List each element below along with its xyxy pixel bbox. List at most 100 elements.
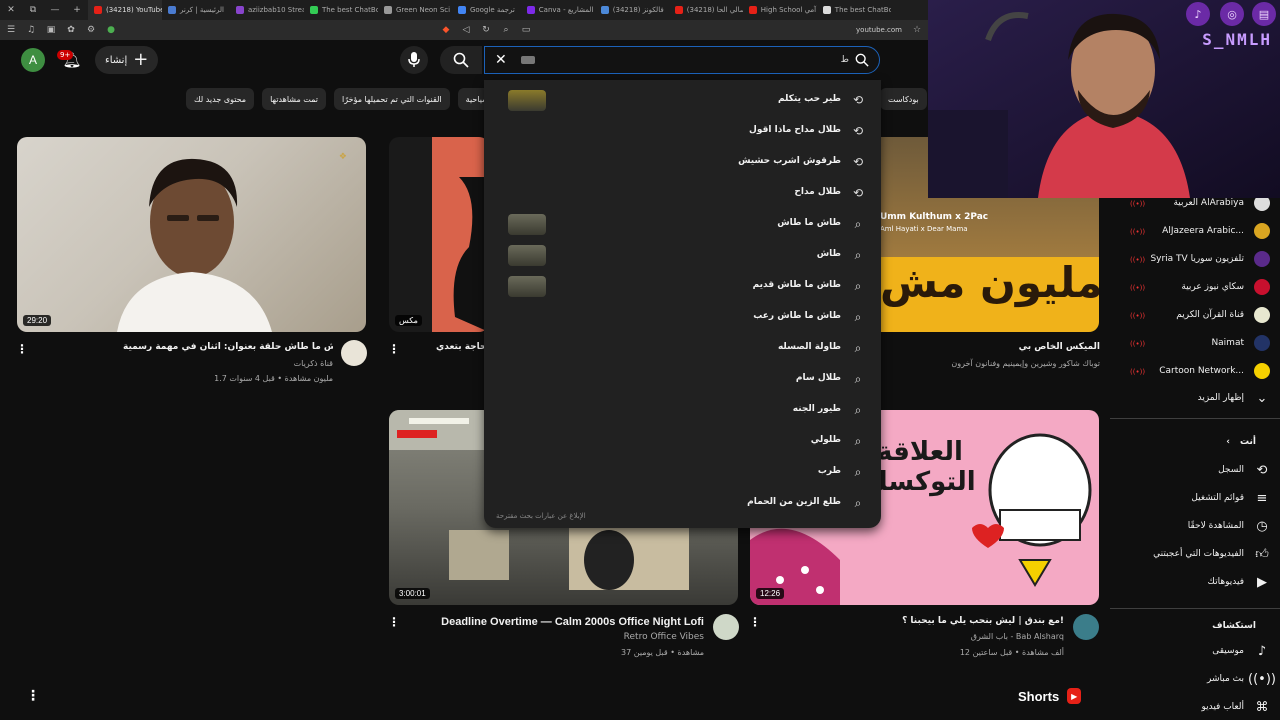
- subscription-item-label: Cartoon Network...: [1159, 366, 1244, 376]
- shorts-logo-icon: ▶: [1067, 688, 1082, 704]
- search-query-text[interactable]: ط: [521, 56, 535, 64]
- show-more-button[interactable]: إظهار المزيد ⌄: [1110, 386, 1280, 412]
- browser-tab[interactable]: (34218) YouTube: [88, 0, 162, 20]
- address-url[interactable]: youtube.com: [856, 26, 902, 34]
- video-title[interactable]: مع بندق | ليش بنحب يلي ما بيحبنا ؟!: [902, 616, 1064, 626]
- music-icon[interactable]: ♫: [26, 25, 36, 35]
- explore-item[interactable]: بث مباشر ((•)): [1110, 667, 1280, 693]
- search-suggestion[interactable]: ⌕ طرب: [484, 457, 881, 488]
- svg-text:❖: ❖: [339, 152, 347, 162]
- create-button[interactable]: إنشاء +: [95, 46, 159, 74]
- tab-search-icon[interactable]: ▣: [46, 25, 56, 35]
- brave-icon[interactable]: ◆: [441, 25, 451, 35]
- subscription-item[interactable]: AlJazeera Arabic... ((•)): [1110, 219, 1280, 245]
- minimize-icon[interactable]: —: [48, 3, 62, 17]
- voice-search-button[interactable]: [400, 46, 428, 74]
- search-suggestion[interactable]: ⟲ طلال مداح ماذا اقول: [484, 116, 881, 147]
- subscription-item[interactable]: Cartoon Network... ((•)): [1110, 359, 1280, 385]
- suggestion-thumbnail[interactable]: [508, 245, 546, 266]
- video-menu-icon[interactable]: ⋮: [388, 614, 400, 630]
- subscription-item[interactable]: Syria TV تلفزيون سوريا ((•)): [1110, 247, 1280, 273]
- search-suggestion[interactable]: ⟲ طلال مداح: [484, 178, 881, 209]
- browser-tab[interactable]: Canva - المشاريع: [521, 0, 595, 20]
- restore-icon[interactable]: ⧉: [26, 3, 40, 17]
- you-item[interactable]: قوائم التشغيل ≡: [1110, 486, 1280, 512]
- browser-tab[interactable]: (34218) فالكونز: [595, 0, 669, 20]
- twitch-icon[interactable]: ▤: [1252, 2, 1276, 26]
- search-suggestion[interactable]: ⌕ طاولة الصسله: [484, 333, 881, 364]
- chip-watched[interactable]: تمت مشاهدتها: [262, 88, 326, 110]
- tab-favicon-icon: [168, 6, 176, 14]
- video-menu-icon[interactable]: ⋮: [749, 614, 761, 630]
- search-icon: [453, 52, 469, 68]
- channel-avatar[interactable]: [713, 614, 739, 640]
- extension-icon[interactable]: ✿: [66, 25, 76, 35]
- tiktok-icon[interactable]: ♪: [1186, 2, 1210, 26]
- video-menu-icon[interactable]: ⋮: [388, 341, 400, 357]
- you-item[interactable]: السجل ⟲: [1110, 458, 1280, 484]
- keyboard-layout-label[interactable]: ط: [841, 55, 849, 65]
- search-suggestion[interactable]: ⌕ طاش: [484, 240, 881, 271]
- browser-tab[interactable]: (34218) سالي الحا: [669, 0, 743, 20]
- shield-icon[interactable]: ●: [106, 25, 116, 35]
- browser-tab[interactable]: High School آمي: [743, 0, 817, 20]
- search-suggestion[interactable]: ⌕ طاش ما طاش: [484, 209, 881, 240]
- browser-tab[interactable]: aziizbab10 Stream: [230, 0, 304, 20]
- zoom-icon[interactable]: ⌕: [501, 25, 511, 35]
- clear-search-icon[interactable]: ✕: [495, 52, 511, 68]
- you-item[interactable]: الفيديوهات التي أعجبتني 👍︎: [1110, 542, 1280, 568]
- channel-avatar[interactable]: [1073, 614, 1099, 640]
- instagram-icon[interactable]: ◎: [1220, 2, 1244, 26]
- browser-tab[interactable]: The best ChatBot: [304, 0, 378, 20]
- video-title[interactable]: الميكس الخاص بي: [1019, 342, 1100, 352]
- search-suggestion[interactable]: ⌕ طيور الجنه: [484, 395, 881, 426]
- shorts-menu-icon[interactable]: ⋮: [26, 688, 40, 704]
- menu-icon[interactable]: ☰: [6, 25, 16, 35]
- subscription-item[interactable]: قناة القرآن الكريم ((•)): [1110, 303, 1280, 329]
- search-input[interactable]: ✕ ط ط: [484, 46, 880, 74]
- video-channel[interactable]: توباك شاكور وشيرين وإيمينيم وفنانون آخرو…: [951, 359, 1100, 368]
- chip-podcast[interactable]: بودكاست: [880, 88, 927, 110]
- explore-item[interactable]: ألعاب فيديو ⌘: [1110, 695, 1280, 720]
- browser-tab[interactable]: Google ترجمة: [452, 0, 521, 20]
- channel-avatar[interactable]: [341, 340, 367, 366]
- search-suggestion[interactable]: ⟲ طرقوش اشرب حشيش: [484, 147, 881, 178]
- settings-icon[interactable]: ⚙: [86, 25, 96, 35]
- search-suggestion[interactable]: ⟲ طير حب يتكلم: [484, 85, 881, 116]
- suggestion-thumbnail[interactable]: [508, 276, 546, 297]
- suggestion-thumbnail[interactable]: [508, 90, 546, 111]
- new-tab-icon[interactable]: +: [70, 3, 84, 17]
- search-suggestion[interactable]: ⌕ طلال سام: [484, 364, 881, 395]
- chip-new-for-you[interactable]: محتوى جديد لك: [186, 88, 255, 110]
- browser-tab[interactable]: Green Neon Sci: [378, 0, 452, 20]
- close-window-icon[interactable]: ✕: [4, 3, 18, 17]
- account-avatar[interactable]: A: [21, 48, 45, 72]
- video-channel[interactable]: قناة ذكريات: [294, 359, 333, 368]
- subscription-item[interactable]: سكاي نيوز عربية ((•)): [1110, 275, 1280, 301]
- you-section-header[interactable]: أنت: [1240, 437, 1256, 447]
- search-suggestion[interactable]: ⌕ طاش ما طاش رعب: [484, 302, 881, 333]
- you-item[interactable]: المشاهدة لاحقًا ◷: [1110, 514, 1280, 540]
- browser-tab[interactable]: الرئيسية | كرنر: [162, 0, 230, 20]
- bookmark-icon[interactable]: ☆: [912, 25, 922, 35]
- video-thumbnail[interactable]: ❖ 29:20: [17, 137, 366, 332]
- browser-tab[interactable]: The best ChatBot: [817, 0, 891, 20]
- video-channel[interactable]: باب الشرق - Bab Alsharq: [971, 632, 1064, 641]
- video-thumbnail[interactable]: مكس: [389, 137, 489, 332]
- reload-icon[interactable]: ↻: [481, 25, 491, 35]
- back-icon[interactable]: ◁: [461, 25, 471, 35]
- screen-icon[interactable]: ▭: [521, 25, 531, 35]
- chip-recently-uploaded[interactable]: القنوات التي تم تحميلها مؤخرًا: [333, 88, 450, 110]
- explore-item[interactable]: موسيقى ♪: [1110, 639, 1280, 665]
- video-channel[interactable]: Retro Office Vibes: [624, 632, 704, 642]
- search-suggestion[interactable]: ⌕ طاش ما طاش قديم: [484, 271, 881, 302]
- you-item[interactable]: فيديوهاتك ▶: [1110, 570, 1280, 596]
- video-menu-icon[interactable]: ⋮: [16, 341, 28, 357]
- search-suggestion[interactable]: ⌕ طلع الزين من الحمام: [484, 488, 881, 519]
- video-title[interactable]: Deadline Overtime — Calm 2000s Office Ni…: [441, 616, 704, 628]
- search-suggestion[interactable]: ⌕ طلولي: [484, 426, 881, 457]
- video-title[interactable]: طاش ما طاش حلقة بعنوان: اثنان في مهمة رس…: [123, 342, 333, 352]
- search-submit-button[interactable]: [440, 46, 482, 74]
- subscription-item[interactable]: Naimat ((•)): [1110, 331, 1280, 357]
- suggestion-thumbnail[interactable]: [508, 214, 546, 235]
